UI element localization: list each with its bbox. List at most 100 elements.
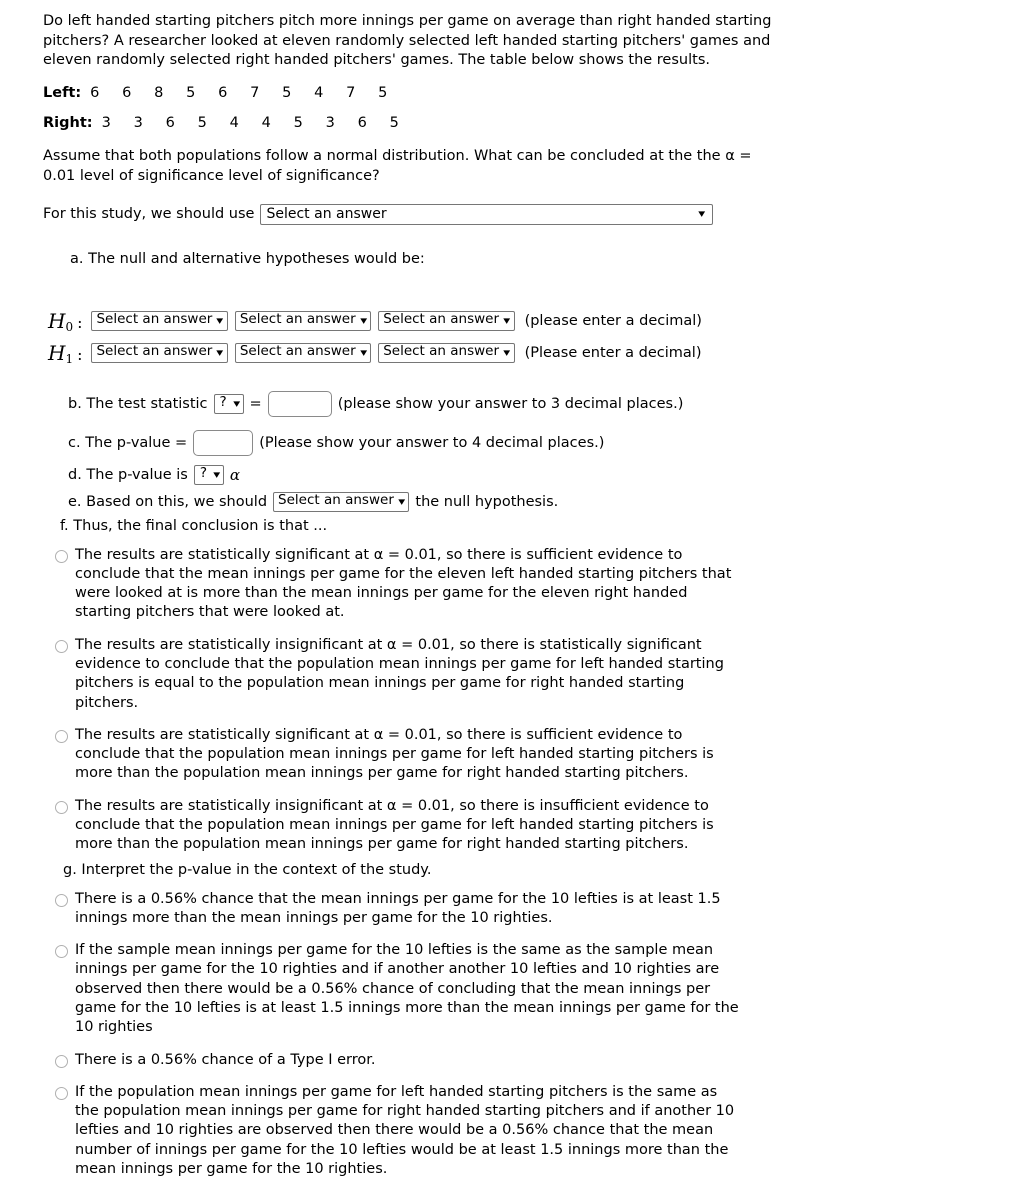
- interpretation-option[interactable]: There is a 0.56% chance that the mean in…: [55, 890, 745, 929]
- chevron-down-icon: ▾: [398, 494, 406, 508]
- interpretation-option-label: There is a 0.56% chance of a Type I erro…: [75, 1051, 376, 1068]
- right-value-7: 3: [325, 115, 335, 132]
- radio-icon[interactable]: [55, 800, 68, 814]
- chevron-down-icon: ▾: [213, 467, 221, 481]
- h0-select-3-value: Select an answer: [383, 311, 500, 328]
- decision-select-value: Select an answer: [278, 492, 394, 509]
- h0-select-1-value: Select an answer: [96, 311, 213, 328]
- chevron-down-icon: ▾: [503, 313, 511, 327]
- conclusion-option[interactable]: The results are statistically insignific…: [55, 797, 735, 855]
- right-value-2: 6: [165, 115, 175, 132]
- radio-icon[interactable]: [55, 893, 68, 907]
- left-value-8: 7: [346, 85, 356, 102]
- assumption-text: Assume that both populations follow a no…: [43, 148, 752, 184]
- right-value-0: 3: [101, 115, 111, 132]
- test-statistic-type-select[interactable]: ? ▾: [213, 393, 244, 414]
- p-value-comparison-value: ?: [199, 465, 208, 482]
- item-d-row: d. The p-value is ? ▾ α: [68, 464, 1015, 485]
- decision-select[interactable]: Select an answer ▾: [273, 491, 410, 512]
- h1-select-2-value: Select an answer: [239, 343, 356, 360]
- h0-select-2[interactable]: Select an answer ▾: [234, 310, 372, 331]
- h1-select-1-value: Select an answer: [96, 343, 213, 360]
- radio-icon[interactable]: [55, 1054, 68, 1068]
- alternative-hypothesis-row: H1: Select an answer ▾ Select an answer …: [48, 340, 1015, 366]
- chevron-down-icon: ▾: [216, 313, 224, 327]
- item-c-label: c. The p-value =: [68, 434, 188, 451]
- h0-select-2-value: Select an answer: [239, 311, 356, 328]
- left-value-3: 5: [186, 85, 196, 102]
- alternative-hypothesis-symbol: H1:: [48, 340, 83, 366]
- item-a-label: a. The null and alternative hypotheses w…: [70, 250, 425, 267]
- study-method-label: For this study, we should use: [43, 206, 255, 223]
- interpretation-option[interactable]: There is a 0.56% chance of a Type I erro…: [55, 1051, 745, 1070]
- left-value-7: 4: [314, 85, 324, 102]
- interpretation-option-label: If the sample mean innings per game for …: [75, 942, 739, 1036]
- item-e-label-after: the null hypothesis.: [415, 493, 559, 510]
- radio-icon[interactable]: [55, 1086, 68, 1100]
- right-value-5: 4: [261, 115, 271, 132]
- chevron-down-icon: ▾: [216, 345, 224, 359]
- right-value-3: 5: [197, 115, 207, 132]
- right-data-row: Right: 3 3 6 5 4 4 5 3 6 5: [43, 115, 1015, 131]
- problem-statement: Do left handed starting pitchers pitch m…: [43, 13, 772, 69]
- radio-icon[interactable]: [55, 729, 68, 743]
- right-value-9: 5: [389, 115, 399, 132]
- null-hypothesis-row: H0: Select an answer ▾ Select an answer …: [48, 308, 1015, 334]
- study-method-select[interactable]: Select an answer ▾: [260, 203, 714, 225]
- study-method-line: For this study, we should use Select an …: [43, 203, 1015, 225]
- radio-icon[interactable]: [55, 639, 68, 653]
- left-value-0: 6: [90, 85, 100, 102]
- radio-icon[interactable]: [55, 945, 68, 959]
- item-g-label: g. Interpret the p-value in the context …: [63, 861, 432, 878]
- chevron-down-icon: ▾: [698, 207, 706, 221]
- alpha-symbol: α: [229, 465, 240, 484]
- left-value-1: 6: [122, 85, 132, 102]
- left-data-row: Left: 6 6 8 5 6 7 5 4 7 5: [43, 85, 1015, 101]
- null-hypothesis-symbol: H0:: [48, 308, 83, 334]
- statistics-exercise-page: Do left handed starting pitchers pitch m…: [0, 0, 1015, 1179]
- h0-select-3[interactable]: Select an answer ▾: [378, 310, 515, 331]
- h1-note: (Please enter a decimal): [524, 344, 702, 361]
- h1-select-3[interactable]: Select an answer ▾: [378, 342, 515, 363]
- conclusion-option[interactable]: The results are statistically insignific…: [55, 636, 735, 713]
- item-f-label: f. Thus, the final conclusion is that ..…: [60, 517, 328, 534]
- left-value-9: 5: [378, 85, 388, 102]
- interpretation-option[interactable]: If the population mean innings per game …: [55, 1083, 745, 1179]
- h1-select-2[interactable]: Select an answer ▾: [234, 342, 372, 363]
- study-method-select-value: Select an answer: [266, 205, 387, 222]
- right-value-6: 5: [293, 115, 303, 132]
- interpretation-options-group: There is a 0.56% chance that the mean in…: [0, 890, 1015, 1179]
- h0-select-1[interactable]: Select an answer ▾: [91, 310, 228, 331]
- conclusion-option[interactable]: The results are statistically significan…: [55, 546, 735, 623]
- right-label: Right:: [43, 115, 93, 132]
- item-b-row: b. The test statistic ? ▾ = (please show…: [68, 390, 1015, 417]
- test-statistic-input[interactable]: [267, 390, 332, 417]
- item-b-note: (please show your answer to 3 decimal pl…: [337, 395, 684, 412]
- item-e-row: e. Based on this, we should Select an an…: [68, 491, 1015, 512]
- right-value-1: 3: [133, 115, 143, 132]
- p-value-comparison-select[interactable]: ? ▾: [193, 464, 224, 485]
- chevron-down-icon: ▾: [503, 345, 511, 359]
- left-value-6: 5: [282, 85, 292, 102]
- item-b-label: b. The test statistic: [68, 395, 208, 412]
- item-c-note: (Please show your answer to 4 decimal pl…: [259, 434, 605, 451]
- interpretation-option-label: If the population mean innings per game …: [75, 1083, 735, 1177]
- conclusion-option-label: The results are statistically significan…: [75, 726, 714, 782]
- h0-note: (please enter a decimal): [524, 312, 702, 329]
- item-c-row: c. The p-value = (Please show your answe…: [68, 429, 1015, 456]
- h1-select-1[interactable]: Select an answer ▾: [91, 342, 228, 363]
- conclusion-option-label: The results are statistically insignific…: [75, 797, 714, 853]
- left-value-5: 7: [250, 85, 260, 102]
- p-value-input[interactable]: [193, 429, 254, 456]
- chevron-down-icon: ▾: [359, 345, 367, 359]
- left-value-2: 8: [154, 85, 164, 102]
- conclusion-options-group: The results are statistically significan…: [0, 546, 1015, 855]
- radio-icon[interactable]: [55, 549, 68, 563]
- left-label: Left:: [43, 85, 82, 102]
- item-e-label-before: e. Based on this, we should: [68, 493, 268, 510]
- h1-select-3-value: Select an answer: [383, 343, 500, 360]
- interpretation-option[interactable]: If the sample mean innings per game for …: [55, 941, 745, 1037]
- conclusion-option[interactable]: The results are statistically significan…: [55, 726, 735, 784]
- left-value-4: 6: [218, 85, 228, 102]
- chevron-down-icon: ▾: [233, 396, 241, 410]
